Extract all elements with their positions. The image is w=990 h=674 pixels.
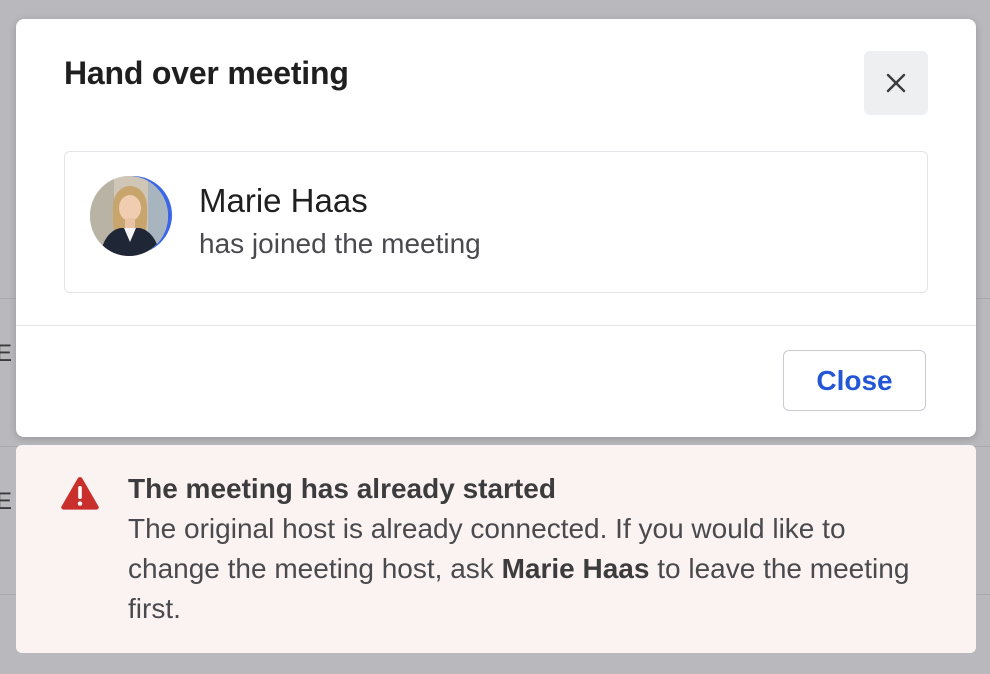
warning-alert: The meeting has already started The orig… [16, 445, 976, 653]
avatar-container [90, 176, 172, 258]
dialog-title: Hand over meeting [64, 55, 349, 91]
alert-message-host-name: Marie Haas [501, 553, 650, 584]
participant-status: has joined the meeting [199, 228, 481, 259]
avatar-photo [90, 176, 168, 256]
alert-message: The original host is already connected. … [128, 509, 928, 629]
avatar [90, 176, 168, 256]
background-fragment: E [0, 340, 13, 367]
background-fragment: E [0, 488, 13, 515]
alert-title: The meeting has already started [128, 473, 556, 504]
close-icon [886, 73, 906, 93]
warning-triangle-icon [61, 477, 99, 510]
participant-card: Marie Haas has joined the meeting [64, 151, 928, 293]
hand-over-dialog: Hand over meeting Marie Haas has joined … [16, 19, 976, 437]
close-dialog-button[interactable] [864, 51, 928, 115]
dialog-divider [16, 325, 976, 326]
participant-name: Marie Haas [199, 182, 368, 219]
close-button[interactable]: Close [783, 350, 926, 411]
